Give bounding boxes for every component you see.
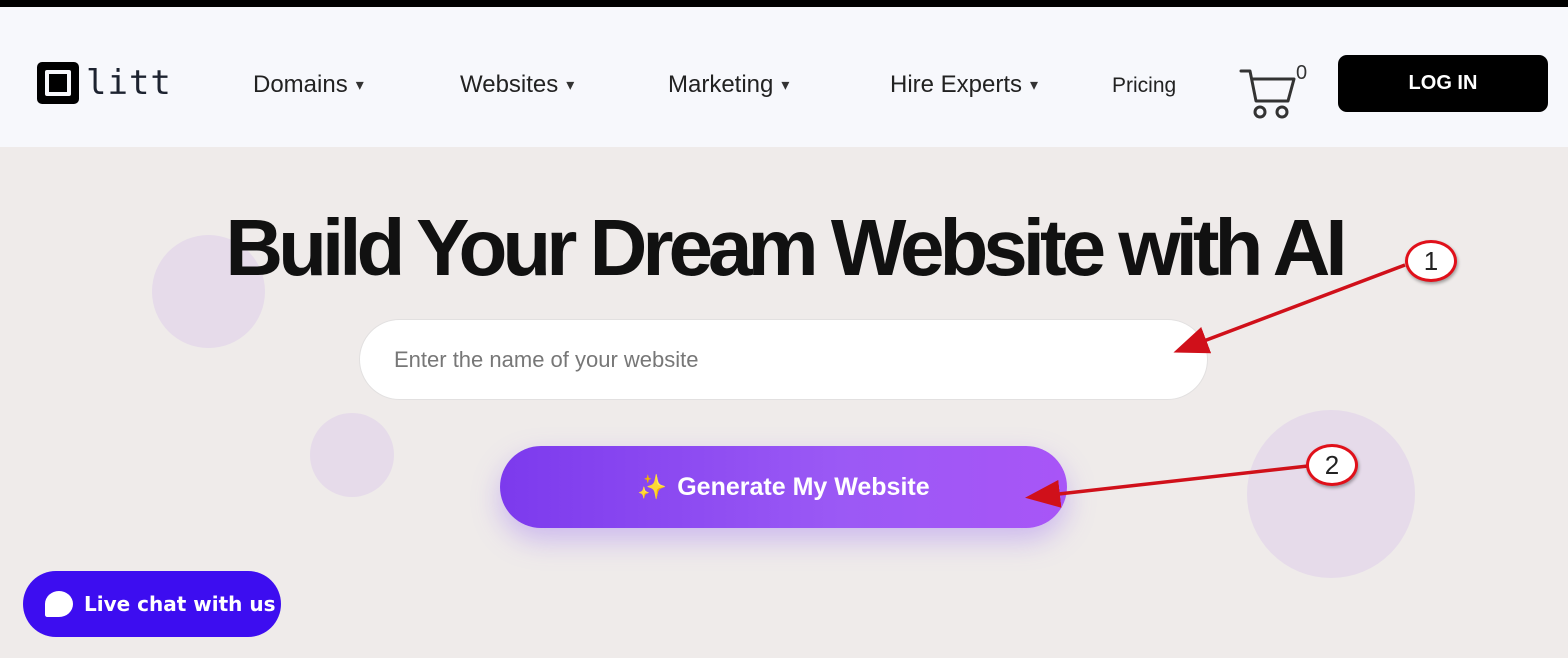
live-chat-label: Live chat with us: [84, 592, 276, 616]
live-chat-button[interactable]: Live chat with us: [23, 571, 281, 637]
nav-label: Websites: [460, 71, 559, 98]
decorative-bubble: [1247, 410, 1415, 578]
decorative-bubble: [310, 413, 394, 497]
logo-square-icon: [37, 62, 79, 104]
website-name-input[interactable]: [359, 319, 1208, 400]
nav-hire-experts[interactable]: Hire Experts ▾: [890, 71, 1038, 99]
nav-label: Marketing: [668, 71, 774, 98]
caret-down-icon: ▾: [1030, 77, 1039, 94]
nav-websites[interactable]: Websites ▾: [460, 71, 574, 99]
login-button[interactable]: LOG IN: [1338, 55, 1548, 112]
cart-icon[interactable]: [1238, 65, 1298, 123]
caret-down-icon: ▾: [781, 77, 790, 94]
nav-label: Hire Experts: [890, 71, 1023, 98]
nav-domains[interactable]: Domains ▾: [253, 71, 364, 99]
annotation-marker-1: 1: [1405, 240, 1457, 282]
annotation-marker-2: 2: [1306, 444, 1358, 486]
nav-pricing[interactable]: Pricing: [1112, 74, 1176, 98]
nav-marketing[interactable]: Marketing ▾: [668, 71, 789, 99]
generate-website-button[interactable]: ✨ Generate My Website: [500, 446, 1067, 528]
top-black-bar: [0, 0, 1568, 7]
caret-down-icon: ▾: [566, 77, 575, 94]
site-header: litt Domains ▾ Websites ▾ Marketing ▾ Hi…: [0, 7, 1568, 147]
brand-logo[interactable]: litt: [37, 62, 172, 104]
caret-down-icon: ▾: [355, 77, 364, 94]
nav-label: Domains: [253, 71, 348, 98]
cart-count: 0: [1296, 62, 1308, 84]
hero-title: Build Your Dream Website with AI: [225, 203, 1347, 292]
generate-button-label: Generate My Website: [677, 472, 930, 501]
sparkle-icon: ✨: [637, 473, 668, 501]
brand-name: litt: [86, 63, 172, 103]
chat-bubble-icon: [45, 591, 73, 617]
